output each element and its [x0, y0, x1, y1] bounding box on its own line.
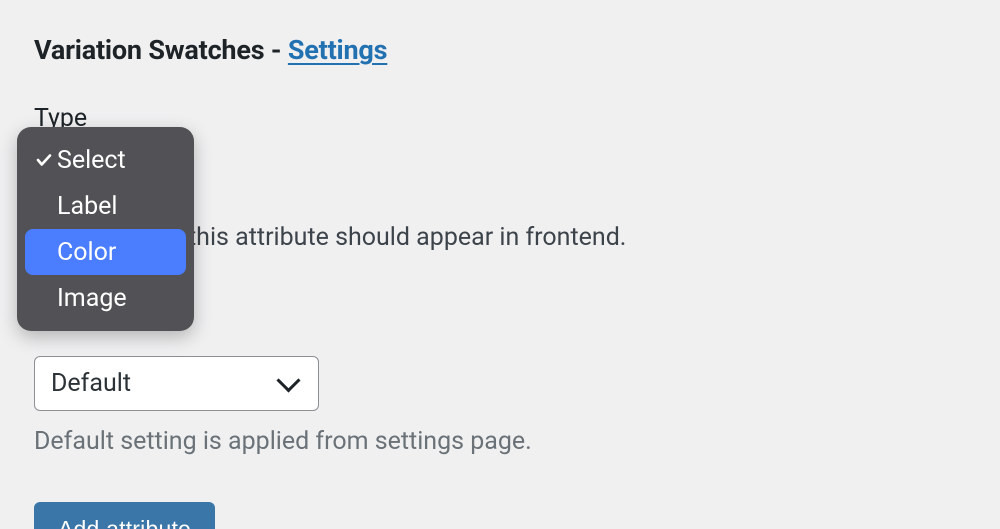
type-option-color[interactable]: Color: [25, 229, 186, 275]
section-title: Variation Swatches - Settings: [34, 34, 966, 66]
type-option-label: Color: [57, 238, 176, 267]
add-attribute-button[interactable]: Add attribute: [34, 502, 215, 529]
shape-select-value: Default: [51, 369, 131, 398]
type-option-label: Image: [57, 284, 176, 313]
shape-help-text: Default setting is applied from settings…: [34, 427, 966, 456]
type-option-label: Select: [57, 146, 176, 175]
type-option-label-opt[interactable]: Label: [25, 183, 186, 229]
shape-select[interactable]: Default: [34, 356, 319, 411]
settings-link[interactable]: Settings: [288, 34, 387, 66]
type-option-label: Label: [57, 192, 176, 221]
chevron-down-icon: [280, 378, 300, 390]
type-option-select[interactable]: Select: [25, 137, 186, 183]
section-title-prefix: Variation Swatches -: [34, 34, 288, 66]
type-dropdown: Select Label Color Image: [17, 127, 194, 331]
type-option-image[interactable]: Image: [25, 275, 186, 321]
check-icon: [31, 151, 57, 169]
